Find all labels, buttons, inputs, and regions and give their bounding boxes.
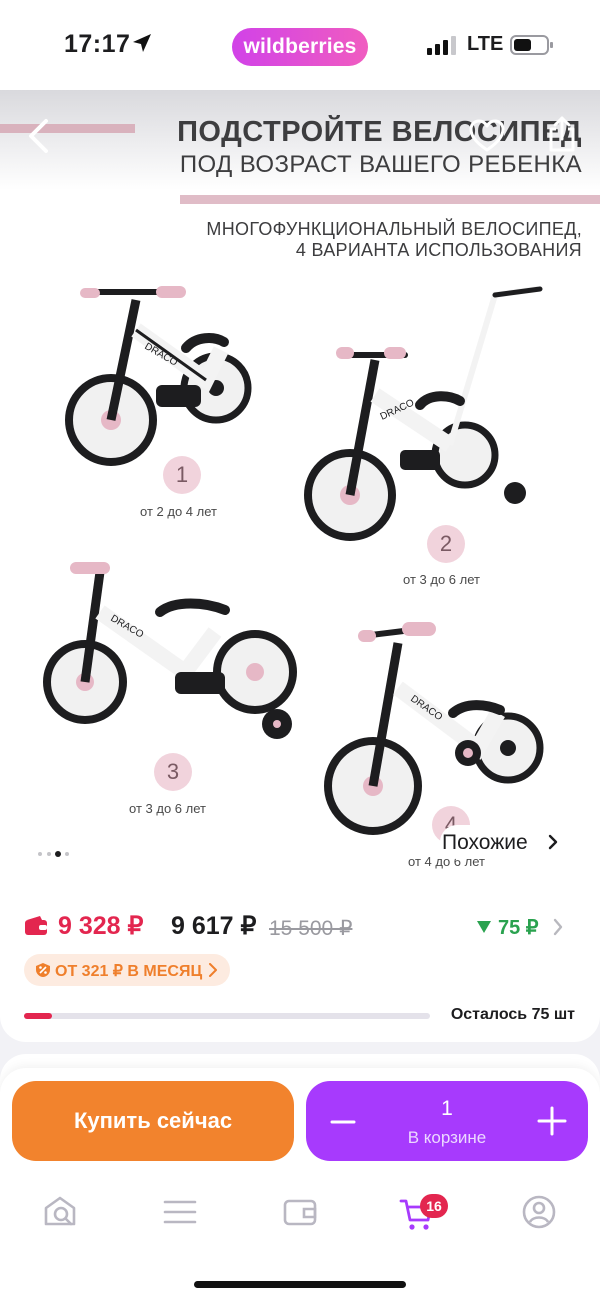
catalog-menu-icon[interactable] <box>162 1194 198 1230</box>
installment-label: ОТ 321 ₽ В МЕСЯЦ <box>55 963 203 980</box>
plus-icon[interactable] <box>536 1105 568 1137</box>
tab-bar: 16 <box>0 1178 600 1248</box>
bonus-value[interactable]: 75 ₽ <box>498 915 539 940</box>
variant-badge: 2 <box>427 525 465 563</box>
minus-icon[interactable] <box>328 1107 358 1137</box>
location-arrow-icon <box>133 34 151 52</box>
bike-variant-3-image: DRACO <box>43 562 297 739</box>
bike-variant-4-image: DRACO <box>324 622 544 835</box>
share-icon[interactable] <box>544 114 580 154</box>
profile-icon[interactable] <box>521 1194 557 1230</box>
percent-shield-icon <box>36 963 50 977</box>
variant-badge: 1 <box>163 456 201 494</box>
cart-count-badge: 16 <box>420 1194 448 1218</box>
product-gallery[interactable]: ПОДСТРОЙТЕ ВЕЛОСИПЕД ПОД ВОЗРАСТ ВАШЕГО … <box>0 90 600 895</box>
cart-quantity-control[interactable]: 1 В корзине <box>306 1081 588 1161</box>
heart-icon[interactable] <box>468 118 506 154</box>
bonus-triangle-icon[interactable] <box>476 920 492 934</box>
product-page: 17:17 wildberries LTE ПОДСТРОЙТЕ ВЕЛОСИП… <box>0 0 600 1300</box>
carousel-dots <box>38 851 69 857</box>
chevron-right-icon[interactable] <box>552 918 564 936</box>
bike-variant-1-image: DRACO <box>65 286 252 466</box>
decor-stripe <box>180 195 600 204</box>
promo-description: МНОГОФУНКЦИОНАЛЬНЫЙ ВЕЛОСИПЕД, <box>206 219 582 239</box>
bike-variant-2-image: DRACO <box>304 286 543 541</box>
variant-age-label: от 3 до 6 лет <box>403 572 480 587</box>
variant-age-label: от 2 до 4 лет <box>140 504 217 519</box>
chevron-right-icon <box>209 963 217 977</box>
variant-badge: 3 <box>154 753 192 791</box>
decor-stripe <box>0 124 135 133</box>
cart-quantity: 1 <box>441 1097 453 1120</box>
app-logo: wildberries <box>232 28 368 66</box>
old-price: 15 500 ₽ <box>269 917 353 940</box>
similar-products-button[interactable]: Похожие <box>440 825 580 859</box>
status-time: 17:17 <box>64 30 131 58</box>
home-search-icon[interactable] <box>42 1194 78 1230</box>
buy-now-button[interactable]: Купить сейчас <box>12 1081 294 1161</box>
stock-remaining-label: Осталось 75 шт <box>450 1006 575 1023</box>
stock-progress-fill <box>24 1013 53 1019</box>
regular-price: 9 617 ₽ <box>171 912 257 940</box>
price-card: 9 328 ₽ 9 617 ₽ 15 500 ₽ 75 ₽ ОТ 321 ₽ В… <box>0 880 600 1042</box>
wallet-price: 9 328 ₽ <box>58 912 144 940</box>
variant-age-label: от 3 до 6 лет <box>129 801 206 816</box>
wallet-icon <box>25 916 47 935</box>
wallet-tab-icon[interactable] <box>282 1194 318 1230</box>
promo-headline: ПОДСТРОЙТЕ ВЕЛОСИПЕД <box>177 116 582 148</box>
bottom-action-panel: Купить сейчас 1 В корзине 16 <box>0 1068 600 1300</box>
cart-status-label: В корзине <box>407 1128 487 1147</box>
promo-description: 4 ВАРИАНТА ИСПОЛЬЗОВАНИЯ <box>295 240 582 260</box>
network-label: LTE <box>467 33 504 55</box>
status-bar: 17:17 wildberries LTE <box>0 0 600 90</box>
back-arrow-icon[interactable] <box>22 116 56 156</box>
stock-progress-bar <box>24 1013 430 1019</box>
home-indicator <box>194 1281 406 1288</box>
installment-chip[interactable]: ОТ 321 ₽ В МЕСЯЦ <box>24 954 230 986</box>
promo-subheadline: ПОД ВОЗРАСТ ВАШЕГО РЕБЕНКА <box>179 151 582 178</box>
signal-icon <box>427 36 456 55</box>
battery-icon <box>510 35 553 55</box>
chevron-right-icon <box>548 834 558 850</box>
similar-products-label: Похожие <box>442 831 528 854</box>
